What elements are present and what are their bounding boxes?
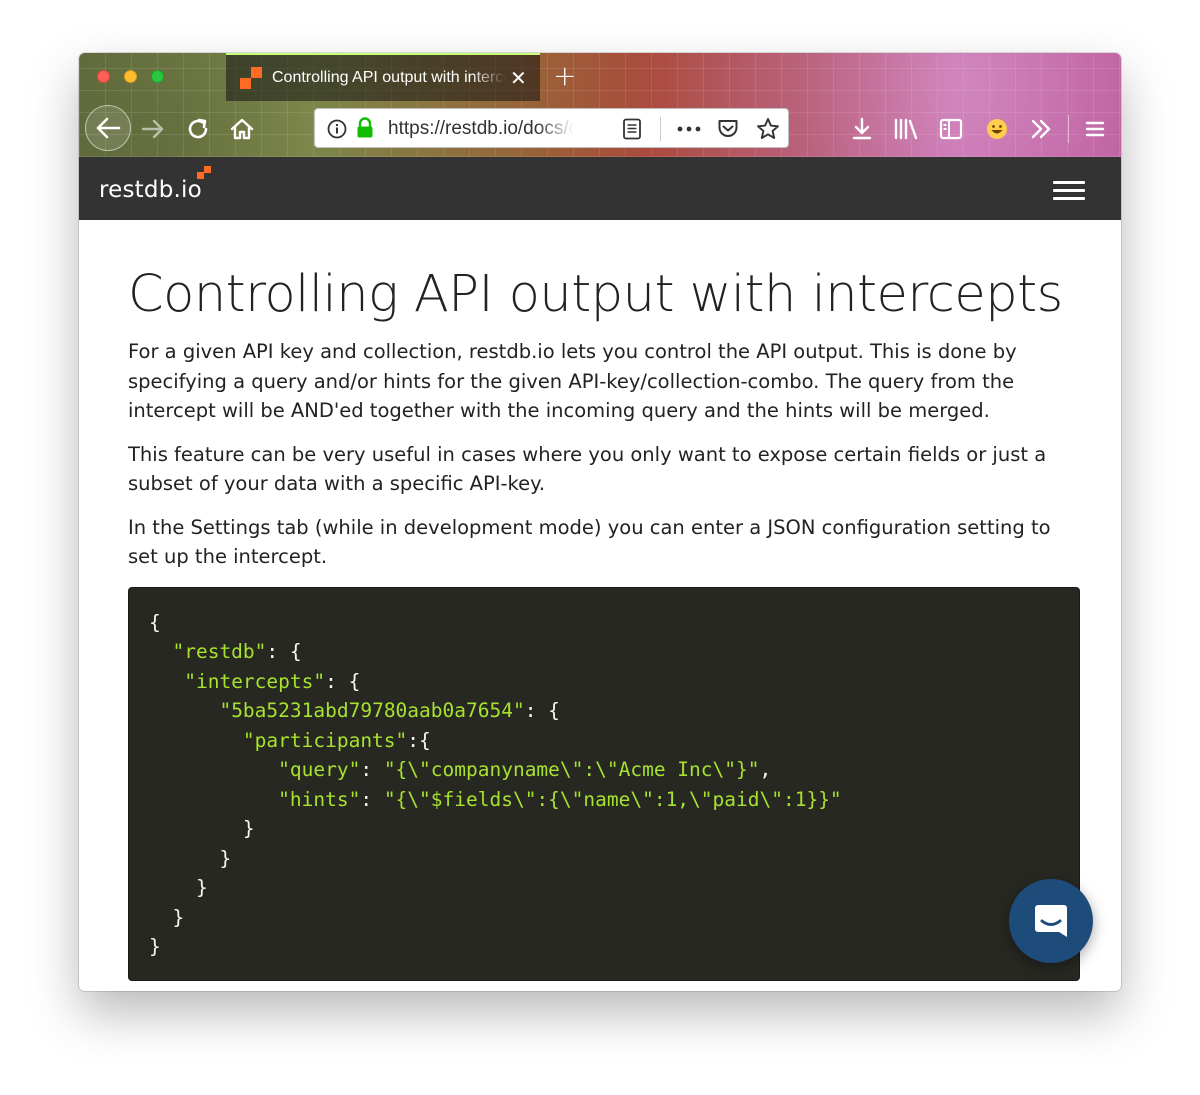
code-punctuation: } <box>149 846 232 870</box>
page-title: Controlling API output with intercepts <box>128 265 1063 324</box>
code-line: } <box>149 844 1059 874</box>
download-icon <box>852 117 872 140</box>
toolbar-separator <box>1068 115 1069 143</box>
json-code-block: { "restdb": { "intercepts": { "5ba5231ab… <box>128 586 1080 981</box>
minimize-window-button[interactable] <box>124 70 137 83</box>
info-icon[interactable] <box>327 119 347 139</box>
code-punctuation: } <box>149 935 161 958</box>
arrow-left-icon <box>96 117 121 139</box>
code-line: "restdb": { <box>149 637 1059 667</box>
lock-icon[interactable] <box>356 117 374 139</box>
code-punctuation: , <box>759 758 772 781</box>
code-string: "{\"companyname\":\"Acme Inc\"}" <box>383 758 760 781</box>
overflow-menu-button[interactable] <box>1025 113 1057 145</box>
code-punctuation: : <box>360 758 384 781</box>
double-chevron-right-icon <box>1031 119 1051 139</box>
navigation-toolbar: https://restdb.io/docs/controlling-api-o… <box>79 101 1121 157</box>
code-punctuation: : { <box>266 640 302 663</box>
browser-tab[interactable]: Controlling API output with intercepts ✕ <box>226 53 540 101</box>
home-button[interactable] <box>226 113 258 145</box>
code-punctuation <box>149 699 219 722</box>
code-string: "participants" <box>242 728 408 752</box>
feature-paragraph: This feature can be very useful in cases… <box>128 442 1047 496</box>
code-punctuation: { <box>149 610 161 634</box>
maximize-window-button[interactable] <box>151 70 164 83</box>
arrow-right-icon <box>141 119 164 139</box>
chat-icon <box>1035 905 1067 937</box>
code-line: "participants":{ <box>149 726 1059 756</box>
menu-icon <box>1085 121 1105 137</box>
code-string: "hints" <box>278 787 361 811</box>
browser-window: Controlling API output with intercepts ✕… <box>79 53 1121 991</box>
library-icon <box>894 118 918 140</box>
app-menu-button[interactable] <box>1079 113 1111 145</box>
code-punctuation <box>149 788 278 811</box>
emoji-extension-button[interactable] <box>981 113 1013 145</box>
library-button[interactable] <box>890 113 922 145</box>
logo-squares-icon <box>197 166 211 180</box>
code-line: "query": "{\"companyname\":\"Acme Inc\"}… <box>149 755 1059 785</box>
forward-button[interactable] <box>137 113 169 145</box>
reader-view-icon[interactable] <box>622 118 642 140</box>
settings-paragraph: In the Settings tab (while in developmen… <box>128 515 1051 569</box>
code-string: "{\"$fields\":{\"name\":1,\"paid\":1}}" <box>383 787 842 811</box>
new-tab-button[interactable]: + <box>553 61 576 91</box>
smiley-emoji-icon <box>987 119 1007 139</box>
code-line: "5ba5231abd79780aab0a7654": { <box>149 696 1059 726</box>
bookmark-star-icon[interactable] <box>756 117 780 141</box>
code-punctuation: : <box>360 787 384 811</box>
more-actions-icon[interactable] <box>677 126 701 132</box>
chat-launcher-button[interactable] <box>1009 879 1093 963</box>
code-punctuation: : { <box>325 669 361 693</box>
code-line: } <box>149 903 1059 933</box>
site-header: restdb.io <box>79 157 1121 220</box>
sidebar-button[interactable] <box>935 113 967 145</box>
code-string: "query" <box>278 758 361 781</box>
code-punctuation <box>149 729 243 752</box>
site-menu-button[interactable] <box>1053 181 1085 200</box>
code-punctuation: :{ <box>407 728 431 752</box>
code-punctuation: } <box>149 905 185 929</box>
code-line: } <box>149 932 1059 962</box>
tab-close-icon[interactable]: ✕ <box>510 68 527 88</box>
code-line: "hints": "{\"$fields\":{\"name\":1,\"pai… <box>149 785 1059 815</box>
restdb-favicon-icon <box>240 67 262 89</box>
article: Controlling API output with intercepts F… <box>128 220 1080 981</box>
browser-chrome: Controlling API output with intercepts ✕… <box>79 53 1121 157</box>
code-string: "5ba5231abd79780aab0a7654" <box>219 699 525 722</box>
code-line: { <box>149 608 1059 638</box>
code-punctuation: } <box>149 876 208 899</box>
back-button[interactable] <box>85 105 131 151</box>
url-bar[interactable]: https://restdb.io/docs/controlling-api-o… <box>314 108 789 148</box>
url-bar-separator <box>660 117 661 141</box>
code-line: "intercepts": { <box>149 667 1059 697</box>
url-text[interactable]: https://restdb.io/docs/controlling-api-o… <box>388 118 574 140</box>
code-string: "intercepts" <box>184 669 326 693</box>
downloads-button[interactable] <box>847 113 877 145</box>
close-window-button[interactable] <box>97 70 110 83</box>
pocket-icon[interactable] <box>717 118 739 140</box>
title-bar: Controlling API output with intercepts ✕… <box>79 53 1121 101</box>
reload-button[interactable] <box>182 113 214 145</box>
code-punctuation <box>149 640 172 663</box>
code-punctuation <box>149 670 184 693</box>
code-punctuation: } <box>149 817 255 840</box>
home-icon <box>230 118 254 140</box>
tab-title: Controlling API output with intercepts <box>272 69 506 86</box>
code-string: "restdb" <box>172 640 267 663</box>
reload-icon <box>188 118 208 139</box>
code-line: } <box>149 873 1059 903</box>
code-line: } <box>149 814 1059 844</box>
sidebar-icon <box>939 118 963 140</box>
site-logo[interactable]: restdb.io <box>99 177 202 203</box>
intro-paragraph: For a given API key and collection, rest… <box>128 340 1017 422</box>
code-punctuation <box>149 758 278 781</box>
code-punctuation: : { <box>524 699 560 722</box>
